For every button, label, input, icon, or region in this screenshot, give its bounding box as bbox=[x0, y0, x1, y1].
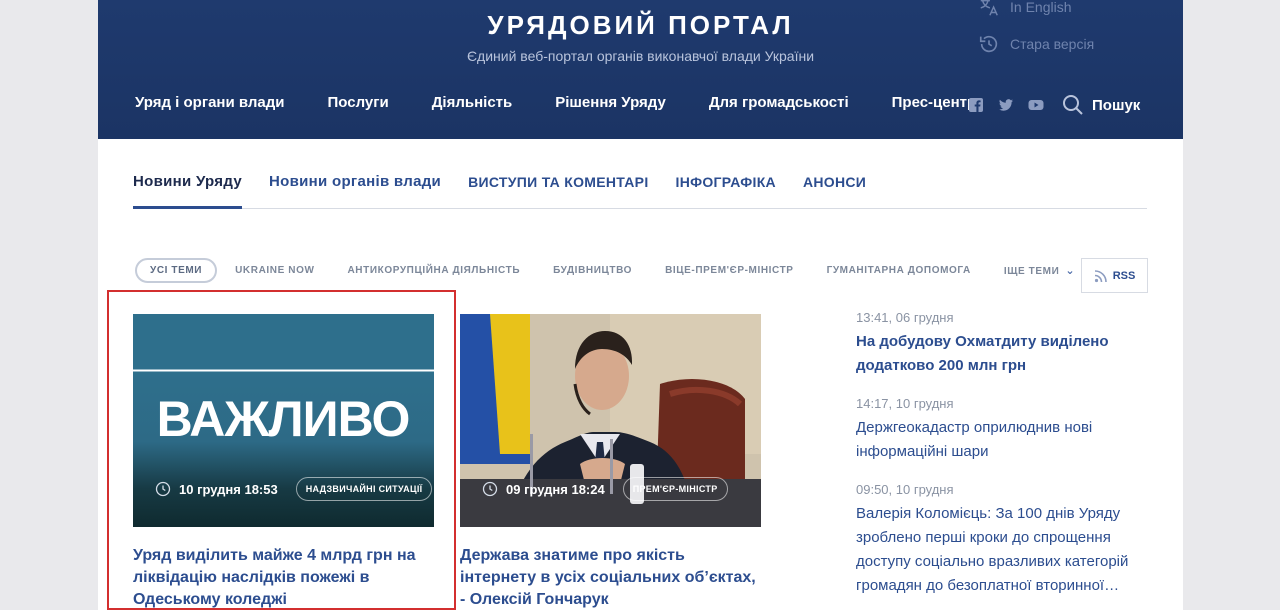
news-card-tag[interactable]: Прем'єр-міністр bbox=[622, 477, 728, 501]
tab-speeches[interactable]: Виступи та коментарі bbox=[468, 172, 648, 209]
rss-button[interactable]: RSS bbox=[1081, 258, 1148, 293]
english-link[interactable]: In English bbox=[978, 0, 1071, 18]
old-version-link[interactable]: Стара версія bbox=[978, 33, 1094, 55]
news-card[interactable]: 09 грудня 18:24 Прем'єр-міністр Держава … bbox=[460, 314, 761, 610]
old-version-label: Стара версія bbox=[1010, 36, 1095, 52]
rss-icon bbox=[1094, 269, 1107, 282]
selection-highlight bbox=[107, 290, 456, 610]
topic-anticorruption[interactable]: Антикорупційна діяльність bbox=[347, 265, 520, 276]
feed-item[interactable]: 09:50, 10 грудня Валерія Коломієць: За 1… bbox=[856, 482, 1146, 598]
feed-item-time: 13:41, 06 грудня bbox=[856, 310, 954, 325]
topic-more[interactable]: Іще теми ⌄ bbox=[1004, 264, 1075, 277]
search-label: Пошук bbox=[1092, 96, 1141, 114]
facebook-icon[interactable] bbox=[968, 97, 984, 113]
news-tabs: Новини Уряду Новини органів влади Виступ… bbox=[133, 172, 1147, 209]
feed-item-title[interactable]: На добудову Охматдиту виділено додатково… bbox=[856, 330, 1146, 378]
topic-vice-pm[interactable]: Віце-прем'єр-міністр bbox=[665, 265, 794, 276]
nav-item-government[interactable]: Уряд і органи влади bbox=[135, 94, 285, 111]
topic-construction[interactable]: Будівництво bbox=[553, 265, 632, 276]
rss-label: RSS bbox=[1112, 269, 1136, 282]
nav-item-press[interactable]: Прес-центр bbox=[892, 94, 977, 111]
nav-item-public[interactable]: Для громадськості bbox=[709, 94, 849, 111]
topic-filter: Усі теми Ukraine now Антикорупційна діял… bbox=[135, 258, 1108, 283]
feed-item[interactable]: 13:41, 06 грудня На добудову Охматдиту в… bbox=[856, 310, 1146, 378]
site-header: Урядовий портал Єдиний веб-портал органі… bbox=[98, 0, 1183, 139]
tab-authority-news[interactable]: Новини органів влади bbox=[269, 172, 441, 209]
feed-item-title[interactable]: Валерія Коломієць: За 100 днів Уряду зро… bbox=[856, 502, 1146, 598]
youtube-icon[interactable] bbox=[1028, 97, 1044, 113]
news-card-image[interactable]: 09 грудня 18:24 Прем'єр-міністр bbox=[460, 314, 761, 527]
topic-ukraine-now[interactable]: Ukraine now bbox=[235, 265, 314, 276]
main-nav: Уряд і органи влади Послуги Діяльність Р… bbox=[135, 94, 1019, 111]
news-card-meta: 09 грудня 18:24 Прем'єр-міністр bbox=[482, 477, 728, 501]
history-icon bbox=[979, 35, 998, 53]
topic-humanitarian[interactable]: Гуманітарна допомога bbox=[827, 265, 971, 276]
news-card-date: 09 грудня 18:24 bbox=[506, 481, 605, 497]
nav-item-activity[interactable]: Діяльність bbox=[432, 94, 513, 111]
clock-icon bbox=[482, 481, 498, 497]
translate-icon bbox=[980, 0, 998, 16]
tab-announcements[interactable]: Анонси bbox=[803, 172, 866, 209]
search-button[interactable]: Пошук bbox=[1062, 94, 1140, 116]
nav-item-services[interactable]: Послуги bbox=[328, 94, 389, 111]
page: Урядовий портал Єдиний веб-портал органі… bbox=[98, 0, 1183, 610]
nav-item-decisions[interactable]: Рішення Уряду bbox=[555, 94, 666, 111]
search-icon bbox=[1063, 95, 1083, 115]
news-card-title[interactable]: Держава знатиме про якість інтернету в у… bbox=[460, 545, 761, 610]
topic-all[interactable]: Усі теми bbox=[135, 258, 218, 283]
english-link-label: In English bbox=[1010, 0, 1072, 15]
feed-item-time: 09:50, 10 грудня bbox=[856, 482, 954, 497]
twitter-icon[interactable] bbox=[998, 97, 1014, 113]
tab-infographics[interactable]: Інфографіка bbox=[676, 172, 776, 209]
feed-item-title[interactable]: Держгеокадастр оприлюднив нові інформаці… bbox=[856, 416, 1146, 464]
chevron-down-icon: ⌄ bbox=[1065, 265, 1076, 277]
topic-more-label: Іще теми bbox=[1003, 266, 1060, 277]
social-links: Пошук bbox=[968, 94, 1140, 116]
tab-government-news[interactable]: Новини Уряду bbox=[133, 172, 243, 209]
feed-item-time: 14:17, 10 грудня bbox=[856, 396, 954, 411]
feed-item[interactable]: 14:17, 10 грудня Держгеокадастр оприлюдн… bbox=[856, 396, 1146, 464]
news-feed: 13:41, 06 грудня На добудову Охматдиту в… bbox=[856, 310, 1146, 610]
